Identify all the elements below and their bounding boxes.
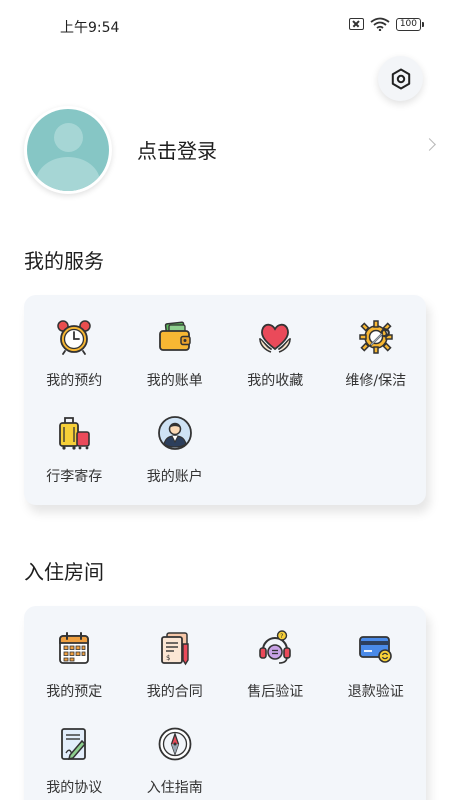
calendar-icon <box>56 630 92 666</box>
service-item-luggage[interactable]: 行李寄存 <box>24 415 125 511</box>
settings-button[interactable] <box>378 56 423 101</box>
services-title: 我的服务 <box>24 249 104 273</box>
room-label: 退款验证 <box>347 684 404 700</box>
service-item-favorites[interactable]: 我的收藏 <box>225 319 326 415</box>
service-item-appointment[interactable]: 我的预约 <box>24 319 125 415</box>
no-sim-icon <box>348 18 364 30</box>
service-label: 我的收藏 <box>247 373 304 389</box>
room-label: 入住指南 <box>146 780 203 796</box>
battery-icon: 100 <box>395 17 424 31</box>
wallet-icon <box>157 319 193 355</box>
svg-text:?: ? <box>280 632 283 640</box>
agreement-icon <box>56 726 92 762</box>
service-item-repair-cleaning[interactable]: 维修/保洁 <box>326 319 427 415</box>
service-label: 我的账单 <box>146 373 203 389</box>
default-avatar-icon <box>27 109 109 191</box>
contract-icon: $ <box>157 630 193 666</box>
room-label: 售后验证 <box>247 684 304 700</box>
settings-icon <box>391 68 410 89</box>
room-item-booking[interactable]: 我的预定 <box>24 630 125 726</box>
headset-icon: ? <box>257 630 293 666</box>
services-card: 我的预约 我的账单 我的收藏 维修/保洁 行李寄存 我的账户 <box>24 295 426 505</box>
service-label: 维修/保洁 <box>345 373 407 389</box>
room-item-agreement[interactable]: 我的协议 <box>24 726 125 800</box>
gear-wrench-icon <box>358 319 394 355</box>
alarm-clock-icon <box>56 319 92 355</box>
room-item-aftersales[interactable]: ? 售后验证 <box>225 630 326 726</box>
service-label: 行李寄存 <box>46 469 103 485</box>
rooms-title: 入住房间 <box>24 560 104 584</box>
svg-text:$: $ <box>166 654 170 662</box>
service-item-account[interactable]: 我的账户 <box>125 415 226 511</box>
compass-icon <box>157 726 193 762</box>
wifi-icon <box>370 17 390 31</box>
room-item-refund[interactable]: 退款验证 <box>326 630 427 726</box>
heart-hands-icon <box>257 319 293 355</box>
status-time: 上午9:54 <box>60 20 120 36</box>
avatar <box>24 106 112 194</box>
room-label: 我的预定 <box>46 684 103 700</box>
service-label: 我的预约 <box>46 373 103 389</box>
account-icon <box>157 415 193 451</box>
login-row[interactable]: 点击登录 <box>24 104 436 194</box>
luggage-icon <box>56 415 92 451</box>
battery-level: 100 <box>395 17 421 31</box>
service-label: 我的账户 <box>146 469 203 485</box>
rooms-card: 我的预定 $ 我的合同 ? 售后验证 退款验证 我的协议 入住指南 <box>24 606 426 800</box>
service-item-bill[interactable]: 我的账单 <box>125 319 226 415</box>
chevron-right-icon <box>423 138 436 151</box>
status-icons: 100 <box>348 17 424 31</box>
login-label: 点击登录 <box>137 139 217 163</box>
room-label: 我的协议 <box>46 780 103 796</box>
room-item-guide[interactable]: 入住指南 <box>125 726 226 800</box>
refund-card-icon <box>358 630 394 666</box>
room-label: 我的合同 <box>146 684 203 700</box>
room-item-contract[interactable]: $ 我的合同 <box>125 630 226 726</box>
status-bar: 上午9:54 100 <box>0 0 450 50</box>
